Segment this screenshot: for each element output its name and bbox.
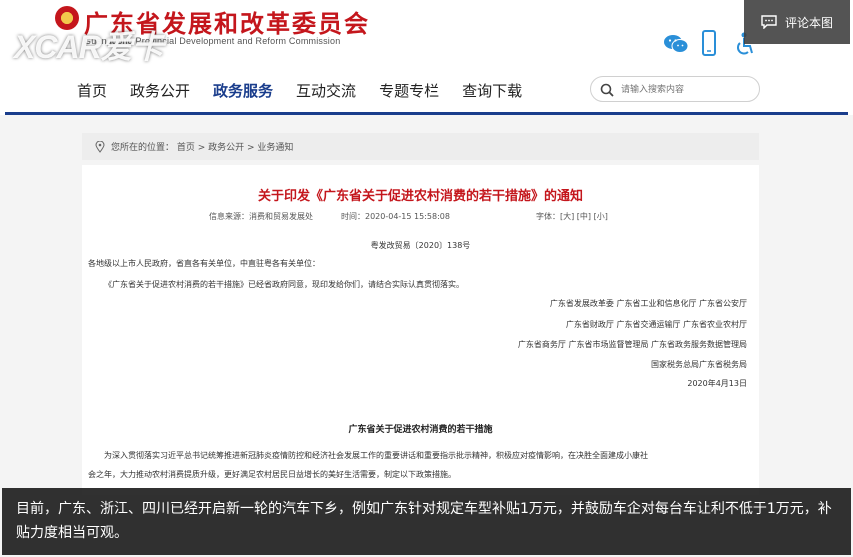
wechat-icon[interactable] <box>663 34 689 54</box>
mobile-phone-icon[interactable] <box>702 30 716 56</box>
comment-icon <box>761 15 777 29</box>
nav-item-downloads[interactable]: 查询下载 <box>462 80 522 101</box>
comment-on-image-button[interactable]: 评论本图 <box>744 0 850 44</box>
breadcrumb-text[interactable]: 您所在的位置： 首页 > 政务公开 > 业务通知 <box>111 140 293 153</box>
nav-item-home[interactable]: 首页 <box>77 80 107 101</box>
xcar-watermark: XCAR爱卡 <box>14 29 164 65</box>
search-box <box>590 76 760 102</box>
article-title: 关于印发《广东省关于促进农村消费的若干措施》的通知 <box>257 189 583 204</box>
signatory-line: 国家税务总局广东省税务局 <box>651 360 747 369</box>
breadcrumb: 您所在的位置： 首页 > 政务公开 > 业务通知 <box>82 133 759 160</box>
signatory-line: 广东省发展改革委 广东省工业和信息化厅 广东省公安厅 <box>549 299 747 308</box>
nav-item-gov-affairs[interactable]: 政务公开 <box>130 80 190 101</box>
issue-date: 2020年4月13日 <box>687 379 747 388</box>
font-size-switcher[interactable]: 字体：[大] [中] [小] <box>536 211 608 222</box>
signatory-line: 广东省商务厅 广东省市场监督管理局 广东省政务服务数据管理局 <box>517 340 747 349</box>
nav-item-gov-services[interactable]: 政务服务 <box>213 80 273 101</box>
search-input[interactable] <box>621 81 751 98</box>
comment-label: 评论本图 <box>784 15 833 30</box>
salutation: 各地级以上市人民政府，省直各有关单位，中直驻粤各有关单位： <box>88 259 320 268</box>
article-time: 时间：2020-04-15 15:58:08 <box>341 212 450 221</box>
site-header: 广东省发展和改革委员会 Guangdong Provincial Develop… <box>0 0 853 66</box>
section-title: 广东省关于促进农村消费的若干措施 <box>348 425 493 435</box>
paragraph-line: 会之年，大力推动农村消费提质升级，更好满足农村居民日益增长的美好生活需要，制定以… <box>88 470 456 479</box>
location-pin-icon <box>95 140 105 153</box>
nav-item-interaction[interactable]: 互动交流 <box>296 80 356 101</box>
main-nav: 首页 政务公开 政务服务 互动交流 专题专栏 查询下载 <box>0 66 853 113</box>
signatory-line: 广东省财政厅 广东省交通运输厅 广东省农业农村厅 <box>565 320 747 329</box>
nav-item-topics[interactable]: 专题专栏 <box>379 80 439 101</box>
article-body: 《广东省关于促进农村消费的若干措施》已经省政府同意，现印发给你们，请结合实际认真… <box>104 280 464 289</box>
paragraph-line: 为深入贯彻落实习近平总书记统筹推进新冠肺炎疫情防控和经济社会发展工作的重要讲话和… <box>104 451 648 460</box>
document-number: 粤发改贸易〔2020〕138号 <box>370 241 471 250</box>
image-caption: 目前，广东、浙江、四川已经开启新一轮的汽车下乡，例如广东针对规定车型补贴1万元，… <box>2 488 851 555</box>
search-icon[interactable] <box>600 83 614 97</box>
article-panel: 关于印发《广东省关于促进农村消费的若干措施》的通知 信息来源：消费和贸易发展处 … <box>82 165 759 495</box>
article-source: 信息来源：消费和贸易发展处 <box>209 212 313 221</box>
